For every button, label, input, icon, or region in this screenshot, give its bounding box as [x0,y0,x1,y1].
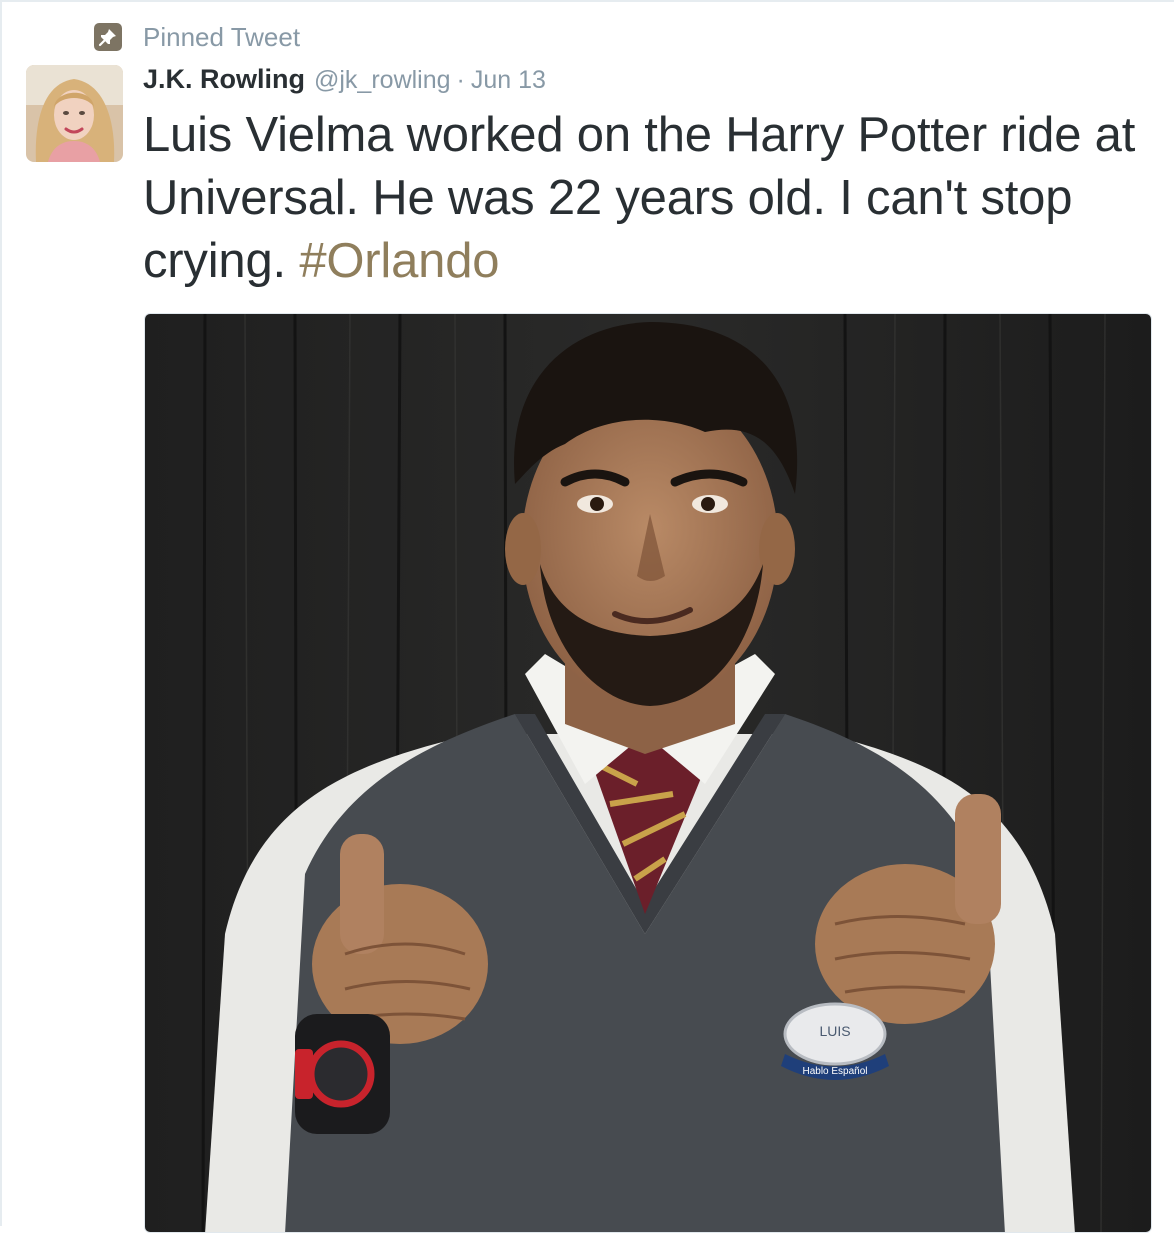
author-handle[interactable]: @jk_rowling [314,66,451,95]
tweet-timestamp[interactable]: Jun 13 [471,66,546,95]
tweet-photo[interactable]: LUIS Hablo Español [144,313,1152,1233]
pinned-tweet[interactable]: Pinned Tweet J.K. Rowling @jk_rowling · … [0,0,1174,1233]
pin-icon [94,23,122,51]
author-name[interactable]: J.K. Rowling [143,64,305,95]
tweet-header: J.K. Rowling @jk_rowling · Jun 13 [143,64,546,100]
header-separator: · [456,66,465,94]
pinned-label: Pinned Tweet [143,21,301,52]
pinned-indicator: Pinned Tweet [94,22,300,52]
avatar[interactable] [26,65,123,162]
hashtag-link[interactable]: #Orlando [299,234,499,288]
tweet-text: Luis Vielma worked on the Harry Potter r… [143,104,1163,293]
tweet-body: Luis Vielma worked on the Harry Potter r… [143,108,1136,288]
badge-name: LUIS [819,1023,850,1039]
badge-language: Hablo Español [802,1066,867,1077]
